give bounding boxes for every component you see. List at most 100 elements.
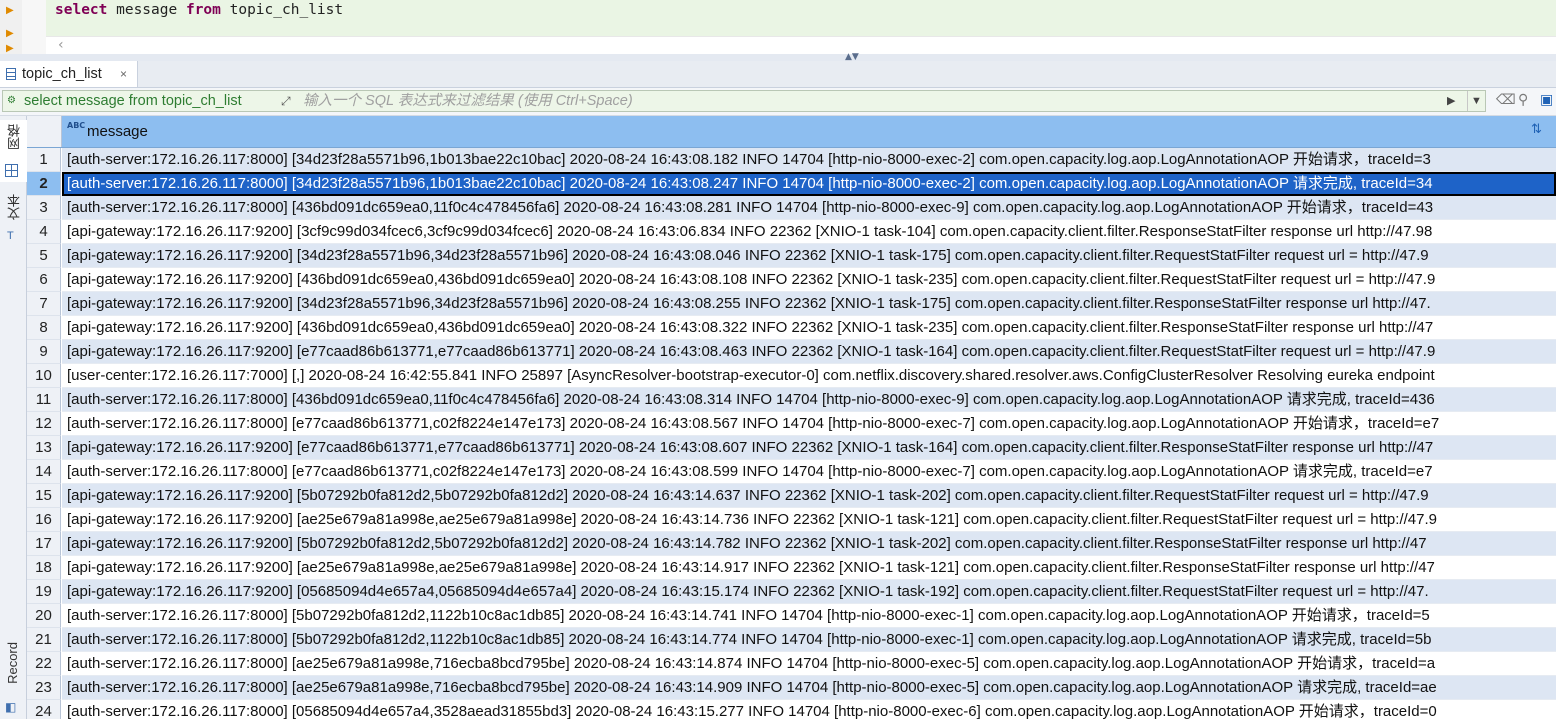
tab-grid[interactable]: 网格 (0, 120, 27, 182)
row-number[interactable]: 7 (27, 292, 61, 316)
message-cell[interactable]: [api-gateway:172.16.26.117:9200] [e77caa… (62, 436, 1556, 460)
tab-text-label: 文本 (7, 194, 22, 220)
table-row[interactable]: 3 [auth-server:172.16.26.117:8000] [436bd… (27, 196, 1556, 220)
record-icon: ◧ (5, 700, 17, 714)
row-number[interactable]: 8 (27, 316, 61, 340)
message-cell[interactable]: [auth-server:172.16.26.117:8000] [5b0729… (62, 604, 1556, 628)
row-number[interactable]: 10 (27, 364, 61, 388)
row-number[interactable]: 21 (27, 628, 61, 652)
tab-text[interactable]: 文本 T (0, 190, 26, 250)
message-cell[interactable]: [auth-server:172.16.26.117:8000] [ae25e6… (62, 676, 1556, 700)
sort-filter-icon[interactable]: ⇅ (1531, 122, 1542, 137)
row-number[interactable]: 17 (27, 532, 61, 556)
message-cell[interactable]: [api-gateway:172.16.26.117:9200] [34d23f… (62, 292, 1556, 316)
message-cell[interactable]: [api-gateway:172.16.26.117:9200] [ae25e6… (62, 556, 1556, 580)
row-number[interactable]: 9 (27, 340, 61, 364)
row-number[interactable]: 11 (27, 388, 61, 412)
message-cell[interactable]: [auth-server:172.16.26.117:8000] [34d23f… (62, 172, 1556, 196)
row-number[interactable]: 20 (27, 604, 61, 628)
table-row[interactable]: 12 [auth-server:172.16.26.117:8000] [e77c… (27, 412, 1556, 436)
table-row[interactable]: 4 [api-gateway:172.16.26.117:9200] [3cf9c… (27, 220, 1556, 244)
message-cell[interactable]: [api-gateway:172.16.26.117:9200] [5b0729… (62, 484, 1556, 508)
row-number[interactable]: 13 (27, 436, 61, 460)
apply-filter-icon[interactable]: ▶ (1447, 91, 1455, 111)
editor-horizontal-scrollbar[interactable]: ‹ (46, 36, 1556, 55)
table-row[interactable]: 16 [api-gateway:172.16.26.117:9200] [ae25… (27, 508, 1556, 532)
row-number[interactable]: 6 (27, 268, 61, 292)
message-cell[interactable]: [api-gateway:172.16.26.117:9200] [436bd0… (62, 316, 1556, 340)
column-header-message[interactable]: message (87, 116, 148, 147)
grid-corner[interactable] (27, 116, 62, 147)
results-grid[interactable]: ABC message ⇅ 1 [auth-server:172.16.26.11… (27, 116, 1556, 719)
message-cell[interactable]: [auth-server:172.16.26.117:8000] [436bd0… (62, 196, 1556, 220)
message-cell[interactable]: [api-gateway:172.16.26.117:9200] [5b0729… (62, 532, 1556, 556)
row-number[interactable]: 1 (27, 148, 61, 172)
filter-input[interactable]: ⚙ select message from topic_ch_list ⤢ 输入… (2, 90, 1486, 112)
row-number[interactable]: 5 (27, 244, 61, 268)
message-cell[interactable]: [api-gateway:172.16.26.117:9200] [436bd0… (62, 268, 1556, 292)
filter-history-dropdown-icon[interactable]: ▼ (1467, 91, 1482, 111)
row-number[interactable]: 24 (27, 700, 61, 719)
table-row[interactable]: 1 [auth-server:172.16.26.117:8000] [34d23… (27, 148, 1556, 172)
message-cell[interactable]: [auth-server:172.16.26.117:8000] [5b0729… (62, 628, 1556, 652)
table-row[interactable]: 11 [auth-server:172.16.26.117:8000] [436b… (27, 388, 1556, 412)
row-number[interactable]: 2 (27, 172, 61, 196)
row-number[interactable]: 18 (27, 556, 61, 580)
table-row[interactable]: 23 [auth-server:172.16.26.117:8000] [ae25… (27, 676, 1556, 700)
row-number[interactable]: 3 (27, 196, 61, 220)
message-cell[interactable]: [auth-server:172.16.26.117:8000] [ae25e6… (62, 652, 1556, 676)
row-number[interactable]: 16 (27, 508, 61, 532)
row-number[interactable]: 14 (27, 460, 61, 484)
sql-code-line[interactable]: select message from topic_ch_list (46, 0, 1556, 21)
table-row[interactable]: 24 [auth-server:172.16.26.117:8000] [0568… (27, 700, 1556, 719)
table-row[interactable]: 18 [api-gateway:172.16.26.117:9200] [ae25… (27, 556, 1556, 580)
row-number[interactable]: 22 (27, 652, 61, 676)
text-icon: T (7, 230, 14, 242)
row-number[interactable]: 23 (27, 676, 61, 700)
message-cell[interactable]: [user-center:172.16.26.117:7000] [,] 202… (62, 364, 1556, 388)
message-cell[interactable]: [api-gateway:172.16.26.117:9200] [ae25e6… (62, 508, 1556, 532)
row-number[interactable]: 4 (27, 220, 61, 244)
table-row[interactable]: 22 [auth-server:172.16.26.117:8000] [ae25… (27, 652, 1556, 676)
table-row[interactable]: 13 [api-gateway:172.16.26.117:9200] [e77c… (27, 436, 1556, 460)
message-cell[interactable]: [auth-server:172.16.26.117:8000] [34d23f… (62, 148, 1556, 172)
sql-code-line-empty[interactable] (46, 21, 1556, 36)
table-row[interactable]: 14 [auth-server:172.16.26.117:8000] [e77c… (27, 460, 1556, 484)
tab-topic-ch-list[interactable]: topic_ch_list × (0, 61, 138, 87)
save-filter-icon[interactable]: ▣ (1540, 92, 1553, 108)
row-number[interactable]: 12 (27, 412, 61, 436)
row-number[interactable]: 15 (27, 484, 61, 508)
message-cell[interactable]: [api-gateway:172.16.26.117:9200] [056850… (62, 580, 1556, 604)
panel-splitter[interactable]: ▲▼ (0, 52, 1556, 62)
message-cell[interactable]: [auth-server:172.16.26.117:8000] [056850… (62, 700, 1556, 719)
table-row[interactable]: 15 [api-gateway:172.16.26.117:9200] [5b07… (27, 484, 1556, 508)
table-row[interactable]: 6 [api-gateway:172.16.26.117:9200] [436bd… (27, 268, 1556, 292)
table-row[interactable]: 20 [auth-server:172.16.26.117:8000] [5b07… (27, 604, 1556, 628)
results-tabbar: topic_ch_list × (0, 61, 1556, 88)
tab-record[interactable]: Record ◧ (0, 636, 26, 718)
message-cell[interactable]: [auth-server:172.16.26.117:8000] [e77caa… (62, 412, 1556, 436)
message-cell[interactable]: [auth-server:172.16.26.117:8000] [e77caa… (62, 460, 1556, 484)
grid-header: ABC message ⇅ (27, 116, 1556, 148)
message-cell[interactable]: [auth-server:172.16.26.117:8000] [436bd0… (62, 388, 1556, 412)
table-row[interactable]: 9 [api-gateway:172.16.26.117:9200] [e77ca… (27, 340, 1556, 364)
expand-icon[interactable]: ⤢ (281, 91, 291, 111)
tab-record-label: Record (5, 642, 20, 684)
message-cell[interactable]: [api-gateway:172.16.26.117:9200] [3cf9c9… (62, 220, 1556, 244)
message-cell[interactable]: [api-gateway:172.16.26.117:9200] [34d23f… (62, 244, 1556, 268)
table-row[interactable]: 10 [user-center:172.16.26.117:7000] [,] 2… (27, 364, 1556, 388)
table-row[interactable]: 17 [api-gateway:172.16.26.117:9200] [5b07… (27, 532, 1556, 556)
sql-editor[interactable]: ▶ ▶ ▶ select message from topic_ch_list … (0, 0, 1556, 58)
table-row[interactable]: 7 [api-gateway:172.16.26.117:9200] [34d23… (27, 292, 1556, 316)
table-row[interactable]: 5 [api-gateway:172.16.26.117:9200] [34d23… (27, 244, 1556, 268)
close-icon[interactable]: × (120, 61, 127, 87)
table-row[interactable]: 19 [api-gateway:172.16.26.117:9200] [0568… (27, 580, 1556, 604)
eraser-icon[interactable]: ⌫ (1496, 92, 1516, 108)
message-cell[interactable]: [api-gateway:172.16.26.117:9200] [e77caa… (62, 340, 1556, 364)
filter-settings-icon[interactable]: ⚲ (1518, 92, 1528, 108)
table-row[interactable]: 2 [auth-server:172.16.26.117:8000] [34d23… (27, 172, 1556, 196)
row-number[interactable]: 19 (27, 580, 61, 604)
scroll-left-icon[interactable]: ‹ (58, 37, 64, 54)
table-row[interactable]: 21 [auth-server:172.16.26.117:8000] [5b07… (27, 628, 1556, 652)
table-row[interactable]: 8 [api-gateway:172.16.26.117:9200] [436bd… (27, 316, 1556, 340)
